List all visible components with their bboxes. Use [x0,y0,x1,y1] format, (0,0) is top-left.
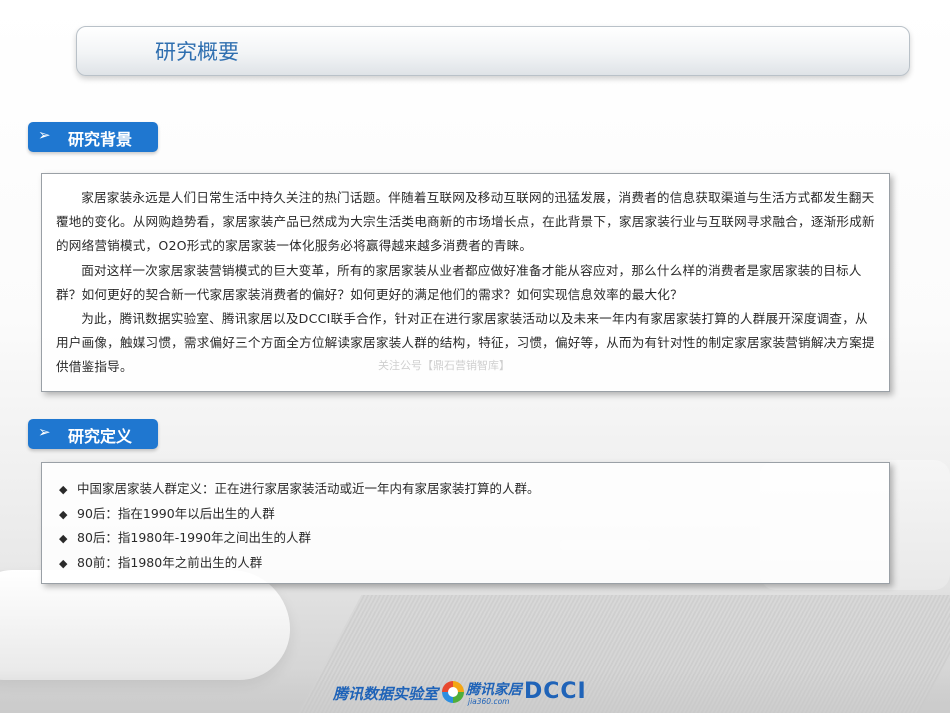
diamond-bullet-icon: ◆ [59,532,68,545]
section-label-definition: ➢ 研究定义 [28,419,158,449]
section-label-background: ➢ 研究背景 [28,122,158,152]
background-paragraph-1: 家居家装永远是人们日常生活中持久关注的热门话题。伴随着互联网及移动互联网的迅猛发… [56,190,875,254]
definition-item: ◆ 中国家居家装人群定义：正在进行家居家装活动或近一年内有家居家装打算的人群。 [59,477,875,502]
definition-text: 中国家居家装人群定义：正在进行家居家装活动或近一年内有家居家装打算的人群。 [77,481,540,496]
arrow-icon: ➢ [38,423,51,441]
arrow-icon: ➢ [38,126,51,144]
definition-item: ◆ 80后：指1980年-1990年之间出生的人群 [59,526,875,551]
tencent-home-logo: 腾讯家居 [466,682,522,698]
title-bar: 研究概要 [76,26,910,76]
tencent-home-logo-icon [442,681,464,703]
definition-text: 90后：指在1990年以后出生的人群 [77,505,275,521]
definition-text: 80后：指1980年-1990年之间出生的人群 [77,530,312,545]
section-title-background: 研究背景 [68,130,133,149]
section-title-definition: 研究定义 [68,427,133,446]
definition-item: ◆ 80前：指1980年之前出生的人群 [59,551,875,576]
page-title: 研究概要 [155,40,239,64]
watermark: 关注公号【鼎石营销智库】 [378,359,510,372]
definition-box: ◆ 中国家居家装人群定义：正在进行家居家装活动或近一年内有家居家装打算的人群。 ◆… [41,462,890,584]
diamond-bullet-icon: ◆ [59,556,68,570]
definition-item: ◆ 90后：指在1990年以后出生的人群 [59,502,875,527]
dcci-logo: DCCI [524,679,587,704]
tencent-home-domain: jia360.com [468,697,510,706]
definition-text: 80前：指1980年之前出生的人群 [77,554,263,570]
diamond-bullet-icon: ◆ [59,507,68,521]
bathtub [0,570,290,680]
diamond-bullet-icon: ◆ [59,483,68,496]
tencent-data-lab-logo: 腾讯数据实验室 [333,685,439,703]
background-paragraph-2: 面对这样一次家居家装营销模式的巨大变革，所有的家居家装从业者都应做好准备才能从容… [56,262,862,302]
